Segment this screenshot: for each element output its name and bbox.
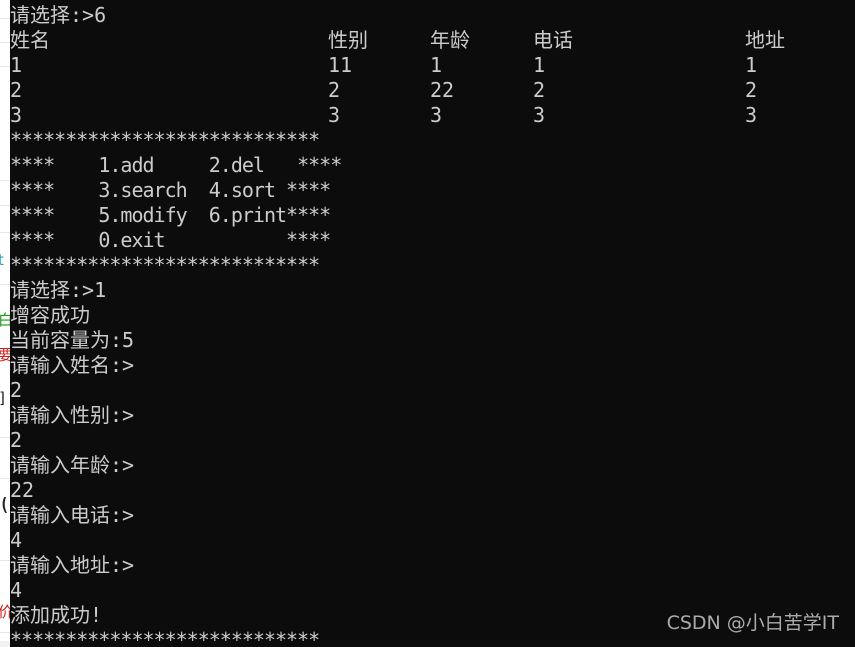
background-editor-strip[interactable]: t 白 要 ] ( 价: [0, 0, 10, 647]
console-line-prompt-choice: 请选择:>6: [10, 3, 107, 27]
cell-age: 1: [430, 53, 443, 77]
menu-border-top: ****************************: [10, 128, 320, 152]
editor-code-fragment: 要: [0, 347, 10, 363]
cell-gender: 11: [328, 53, 353, 77]
menu-item-modify-print[interactable]: **** 5.modify 6.print****: [10, 203, 331, 228]
table-header-name: 姓名: [10, 28, 50, 52]
editor-window-bottom-sliver: [0, 641, 10, 647]
menu-item-search-sort[interactable]: **** 3.search 4.sort ****: [10, 178, 331, 203]
cell-name: 2: [10, 78, 23, 102]
editor-code-fragment: t: [0, 252, 4, 268]
cell-phone: 1: [533, 53, 546, 77]
editor-guide-line: [0, 232, 10, 233]
console-line-add-success: 添加成功!: [10, 603, 103, 627]
editor-code-fragment: (: [0, 497, 10, 513]
editor-guide-line: [0, 42, 10, 43]
console-line-capacity-grown: 增容成功: [10, 303, 90, 327]
cell-phone: 3: [533, 103, 546, 127]
cell-address: 3: [745, 103, 758, 127]
console-prompt-enter-name: 请输入姓名:>: [10, 353, 135, 377]
cell-address: 1: [745, 53, 758, 77]
cell-age: 3: [430, 103, 443, 127]
editor-code-fragment: 价: [0, 604, 10, 620]
console-input-name: 2: [10, 378, 23, 402]
editor-guide-line: [0, 66, 10, 67]
editor-guide-line: [0, 560, 10, 561]
menu-border-bottom: ****************************: [10, 253, 320, 277]
table-header-phone: 电话: [533, 28, 573, 52]
console-input-address: 4: [10, 578, 23, 602]
editor-guide-line: [0, 18, 10, 19]
cell-gender: 2: [328, 78, 341, 102]
console-input-age: 22: [10, 478, 35, 502]
cell-gender: 3: [328, 103, 341, 127]
table-header-age: 年龄: [430, 28, 470, 52]
console-line-prompt-choice-1: 请选择:>1: [10, 278, 107, 302]
editor-guide-line: [0, 180, 10, 181]
menu-item-add-del[interactable]: **** 1.add 2.del ****: [10, 153, 342, 178]
menu-item-exit[interactable]: **** 0.exit ****: [10, 228, 331, 253]
console-input-gender: 2: [10, 428, 23, 452]
editor-guide-line: [0, 205, 10, 206]
editor-code-fragment: ]: [0, 390, 10, 406]
editor-guide-line: [0, 284, 10, 285]
editor-guide-line: [0, 632, 10, 633]
console-line-current-capacity: 当前容量为:5: [10, 328, 135, 352]
csdn-watermark: CSDN @小白苦学IT: [666, 612, 839, 634]
console-prompt-enter-age: 请输入年龄:>: [10, 453, 135, 477]
table-header-address: 地址: [745, 28, 785, 52]
table-header-gender: 性别: [328, 28, 368, 52]
console-prompt-enter-gender: 请输入性别:>: [10, 403, 135, 427]
cell-phone: 2: [533, 78, 546, 102]
console-window-screenshot: t 白 要 ] ( 价 请选择:>6 姓名 性别 年龄 电话 地址 1 11 1…: [0, 0, 855, 647]
editor-code-fragment: 白: [0, 312, 10, 328]
console-output-area[interactable]: 请选择:>6 姓名 性别 年龄 电话 地址 1 11 1 1 1 2 2 22 …: [10, 0, 855, 647]
cell-age: 22: [430, 78, 455, 102]
console-prompt-enter-phone: 请输入电话:>: [10, 503, 135, 527]
console-input-phone: 4: [10, 528, 23, 552]
cell-name: 3: [10, 103, 23, 127]
editor-guide-line: [0, 478, 10, 479]
cell-name: 1: [10, 53, 23, 77]
console-prompt-enter-address: 请输入地址:>: [10, 553, 135, 577]
cell-address: 2: [745, 78, 758, 102]
editor-guide-line: [0, 437, 10, 438]
menu-border-top-repeat: ****************************: [10, 628, 320, 647]
